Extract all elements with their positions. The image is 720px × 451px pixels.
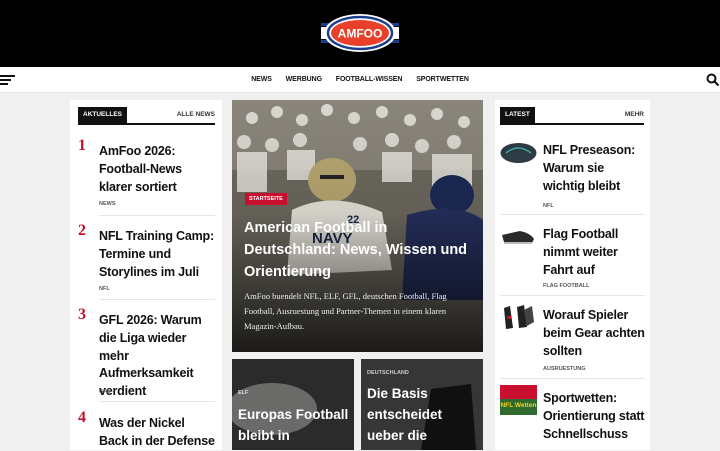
nfl-wetten-thumb[interactable]: NFL Wetten [500, 385, 537, 415]
search-icon[interactable] [706, 73, 720, 87]
amfoo-logo[interactable]: AMFOO [321, 13, 399, 53]
rank-number: 2 [78, 222, 86, 239]
article-category[interactable]: GFL [99, 389, 110, 395]
article-category[interactable]: FLAG FOOTBALL [543, 283, 589, 289]
featured-excerpt: AmFoo buendelt NFL, ELF, GFL, deutschen … [244, 291, 447, 331]
article-category[interactable]: NFL [99, 286, 110, 292]
category-tag[interactable]: ELF [238, 390, 248, 396]
main-navbar: NEWS WERBUNG FOOTBALL-WISSEN SPORTWETTEN [0, 67, 720, 93]
football-thumb[interactable] [500, 141, 537, 171]
site-header: AMFOO [0, 0, 720, 67]
aktuelles-panel: AKTUELLES ALLE NEWS 1 AmFoo 2026: Footba… [70, 100, 222, 450]
nav-news[interactable]: NEWS [251, 67, 272, 93]
card-title[interactable]: Europas Football bleibt in Bewegung [238, 404, 350, 450]
panel-tag: AKTUELLES [78, 107, 127, 123]
menu-icon[interactable] [0, 75, 15, 85]
divider [99, 215, 215, 216]
article-category[interactable]: NEWS [99, 201, 116, 207]
panel-header: AKTUELLES ALLE NEWS [78, 107, 215, 125]
article-title[interactable]: AmFoo 2026: Football-News klarer sortier… [99, 143, 217, 196]
article-category[interactable]: NFL [543, 203, 554, 209]
featured-title[interactable]: American Football in Deutschland: News, … [244, 217, 474, 283]
panel-header: LATEST MEHR [500, 107, 644, 125]
article-title[interactable]: GFL 2026: Warum die Liga wieder mehr Auf… [99, 312, 217, 401]
category-tag[interactable]: STARTSEITE [245, 193, 287, 205]
divider [99, 401, 215, 402]
divider [500, 378, 645, 379]
rank-number: 4 [78, 409, 86, 426]
article-title[interactable]: Worauf Spieler beim Gear achten sollten [543, 306, 645, 360]
article-category[interactable]: AUSRUESTUNG [543, 366, 585, 372]
article-title[interactable]: Was der Nickel Back in der Defense [99, 415, 217, 451]
nav-sportwetten[interactable]: SPORTWETTEN [416, 67, 469, 93]
category-tag[interactable]: DEUTSCHLAND [367, 370, 409, 376]
cleats-thumb[interactable] [500, 225, 537, 255]
article-title[interactable]: NFL Preseason: Warum sie wichtig bleibt [543, 141, 645, 195]
article-title[interactable]: Flag Football nimmt weiter Fahrt auf [543, 225, 645, 279]
featured-article[interactable]: NAVY 22 STARTSEITE American Football in … [232, 100, 483, 352]
main-nav: NEWS WERBUNG FOOTBALL-WISSEN SPORTWETTEN [0, 67, 720, 93]
card-title[interactable]: Die Basis entscheidet ueber die Zukunft [367, 383, 467, 450]
article-title[interactable]: NFL Training Camp: Termine und Storyline… [99, 228, 217, 281]
article-card[interactable]: ELF Europas Football bleibt in Bewegung [232, 359, 354, 450]
divider [500, 295, 645, 296]
article-card[interactable]: DEUTSCHLAND Die Basis entscheidet ueber … [361, 359, 483, 450]
divider [500, 214, 645, 215]
article-title[interactable]: Sportwetten: Orientierung statt Schnells… [543, 389, 645, 443]
panel-tag: LATEST [500, 107, 535, 123]
rank-number: 1 [78, 137, 86, 154]
latest-panel: LATEST MEHR NFL Preseason: Warum sie wic… [495, 100, 650, 450]
mehr-link[interactable]: MEHR [625, 107, 644, 123]
svg-text:AMFOO: AMFOO [338, 27, 383, 41]
nav-football-wissen[interactable]: FOOTBALL-WISSEN [336, 67, 403, 93]
gloves-thumb[interactable] [500, 302, 537, 332]
nav-werbung[interactable]: WERBUNG [286, 67, 322, 93]
svg-text:NFL Wetten: NFL Wetten [501, 402, 537, 409]
alle-news-link[interactable]: ALLE NEWS [177, 107, 215, 123]
divider [99, 299, 215, 300]
rank-number: 3 [78, 306, 86, 323]
